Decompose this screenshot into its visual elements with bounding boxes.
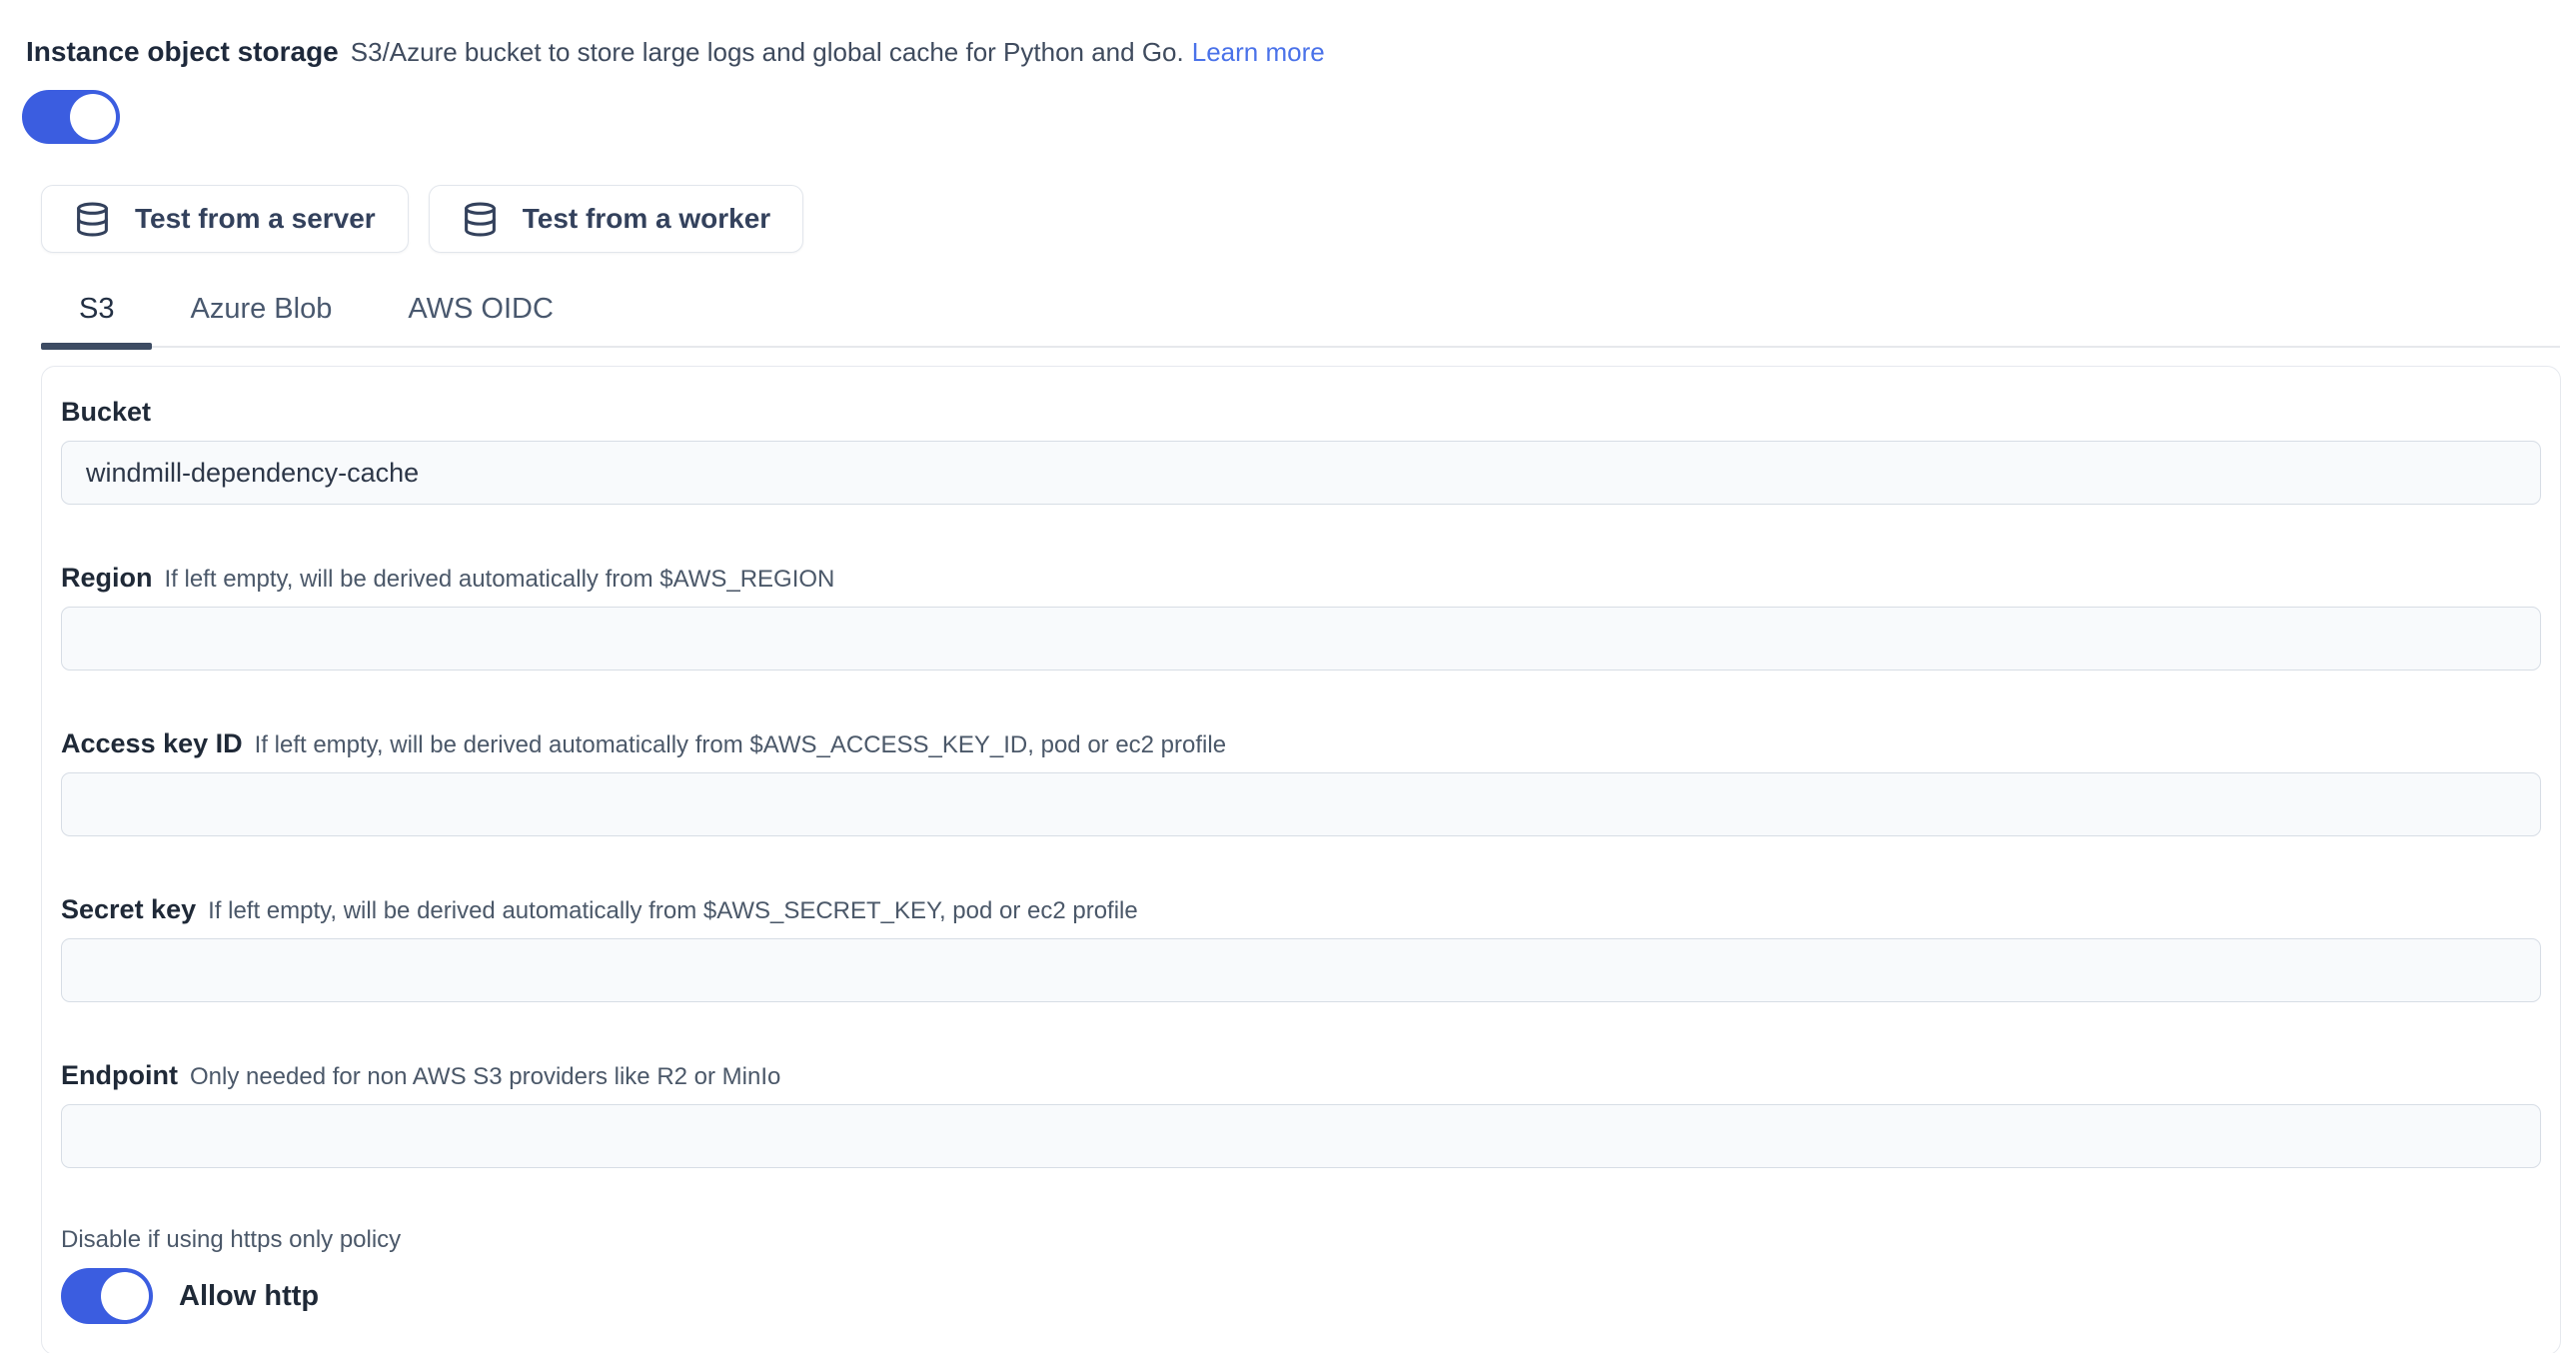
instance-object-storage-toggle[interactable] [22, 90, 120, 144]
allow-http-toggle[interactable] [61, 1268, 153, 1324]
secret-key-hint: If left empty, will be derived automatic… [208, 897, 1138, 925]
form-field-region: Region If left empty, will be derived au… [61, 563, 2541, 671]
form-field-access-key-id: Access key ID If left empty, will be der… [61, 728, 2541, 836]
page-description: S3/Azure bucket to store large logs and … [351, 37, 1184, 68]
allow-http-row: Allow http [61, 1268, 2541, 1324]
header: Instance object storage S3/Azure bucket … [26, 36, 2561, 68]
access-key-id-hint: If left empty, will be derived automatic… [255, 731, 1226, 759]
secret-key-label: Secret key [61, 894, 196, 925]
tab-azure-blob[interactable]: Azure Blob [152, 279, 370, 346]
access-key-id-input[interactable] [61, 772, 2541, 836]
toggle-knob [70, 94, 116, 140]
access-key-id-label: Access key ID [61, 728, 243, 759]
bucket-input[interactable] [61, 441, 2541, 505]
tab-s3[interactable]: S3 [41, 279, 152, 346]
form-field-secret-key: Secret key If left empty, will be derive… [61, 894, 2541, 1002]
s3-settings-panel: Bucket Region If left empty, will be der… [41, 366, 2561, 1353]
region-label: Region [61, 563, 153, 594]
test-from-server-button[interactable]: Test from a server [41, 185, 409, 253]
secret-key-input[interactable] [61, 938, 2541, 1002]
endpoint-label: Endpoint [61, 1060, 178, 1091]
test-from-worker-button[interactable]: Test from a worker [429, 185, 803, 253]
endpoint-hint: Only needed for non AWS S3 providers lik… [190, 1063, 780, 1091]
learn-more-link[interactable]: Learn more [1192, 37, 1325, 68]
form-field-endpoint: Endpoint Only needed for non AWS S3 prov… [61, 1060, 2541, 1168]
region-input[interactable] [61, 607, 2541, 671]
test-actions: Test from a server Test from a worker [41, 185, 2561, 253]
toggle-knob [101, 1272, 149, 1320]
allow-http-label: Allow http [179, 1280, 319, 1313]
instance-object-storage-settings: Instance object storage S3/Azure bucket … [0, 0, 2576, 1353]
database-icon [462, 201, 499, 238]
region-hint: If left empty, will be derived automatic… [165, 566, 835, 594]
test-from-server-label: Test from a server [135, 203, 376, 235]
page-title: Instance object storage [26, 36, 339, 68]
test-from-worker-label: Test from a worker [523, 203, 770, 235]
endpoint-input[interactable] [61, 1104, 2541, 1168]
form-field-bucket: Bucket [61, 397, 2541, 505]
storage-type-tabs: S3 Azure Blob AWS OIDC [41, 279, 2560, 348]
allow-http-note: Disable if using https only policy [61, 1226, 2541, 1254]
bucket-label: Bucket [61, 397, 151, 428]
database-icon [74, 201, 111, 238]
tab-aws-oidc[interactable]: AWS OIDC [370, 279, 592, 346]
